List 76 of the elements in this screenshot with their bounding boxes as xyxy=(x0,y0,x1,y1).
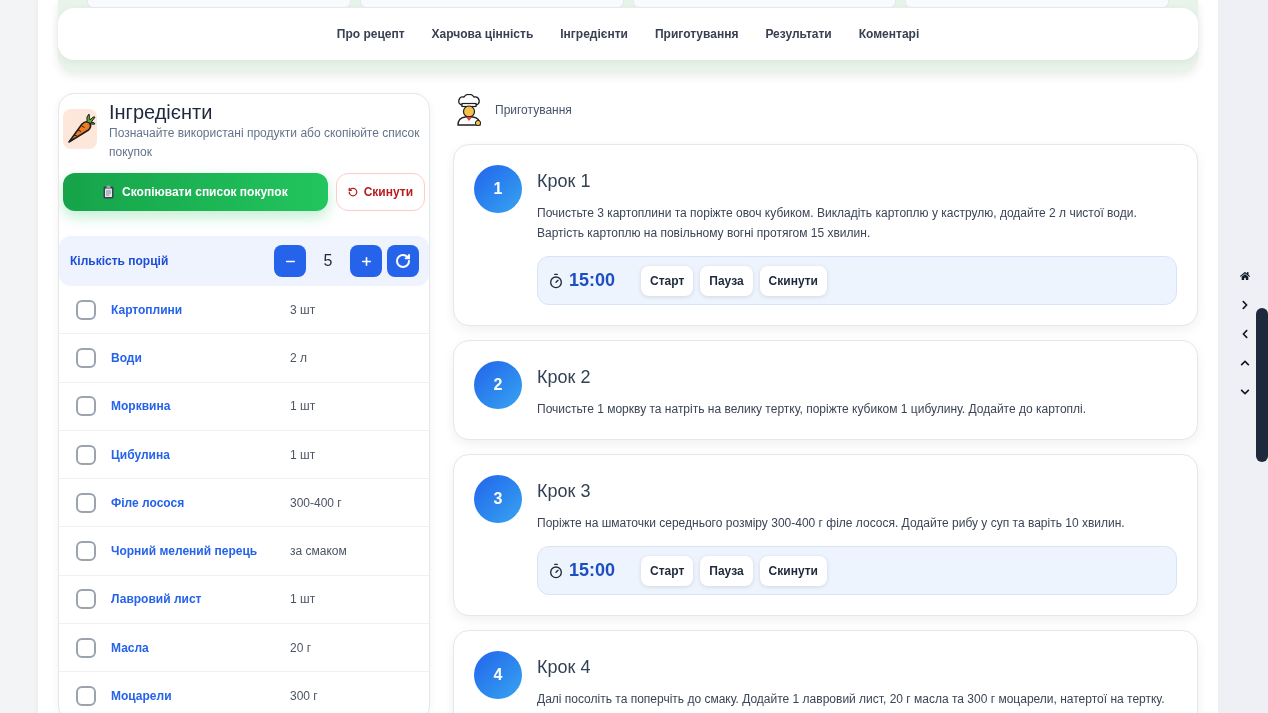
checkbox[interactable] xyxy=(76,299,96,320)
step-number: 2 xyxy=(474,361,522,409)
ingredients-subtitle: Позначайте використані продукти або скопіюйте список покупок xyxy=(109,125,421,161)
reset-icon xyxy=(395,253,411,269)
ingredient-name: Води xyxy=(111,349,143,367)
home-icon[interactable] xyxy=(1240,271,1250,281)
ingredient-amount: за смаком xyxy=(290,543,347,561)
nav-link[interactable]: Харчова цінність xyxy=(431,25,534,43)
checkbox[interactable] xyxy=(76,347,96,368)
chef-icon xyxy=(455,93,483,126)
chevron-down-icon[interactable] xyxy=(1240,387,1250,397)
ingredient-name: Філе лосося xyxy=(111,494,186,512)
chevron-left-icon[interactable] xyxy=(1240,329,1250,339)
ingredient-amount: 2 л xyxy=(290,349,307,367)
nav-link[interactable]: Коментарі xyxy=(858,25,920,43)
checkbox[interactable] xyxy=(76,637,96,658)
plus-icon xyxy=(359,254,373,268)
ingredient-amount: 3 шт xyxy=(290,301,316,319)
chevron-up-icon[interactable] xyxy=(1240,358,1250,368)
timer-button[interactable]: Пауза xyxy=(700,265,753,296)
ingredient-amount: 300-400 г xyxy=(290,494,342,512)
section-title: Приготування xyxy=(495,101,572,119)
ingredient-name: Картоплини xyxy=(111,301,184,319)
checkbox[interactable] xyxy=(76,396,96,417)
ingredient-name: Чорний мелений перець xyxy=(111,543,259,561)
reset-icon xyxy=(347,187,358,197)
step-number: 3 xyxy=(474,475,522,523)
ingredient-amount: 20 г xyxy=(290,639,312,657)
portions-label: Кількість порцій xyxy=(70,253,169,270)
portions-value: 5 xyxy=(322,251,334,271)
step-description: Далі посоліть та поперчіть до смаку. Додайте 1 лавровий лист, 20 г масла та 300 г моцарели, натертої на тертку. xyxy=(537,691,1166,708)
clipboard-icon xyxy=(103,185,115,199)
reset-portions-button[interactable] xyxy=(387,245,419,277)
decrease-button[interactable] xyxy=(274,245,306,277)
ingredient-name: Морквина xyxy=(111,398,172,416)
stopwatch-icon xyxy=(548,272,564,289)
timer-display: 15:00 xyxy=(569,559,616,582)
checkbox[interactable] xyxy=(76,444,96,465)
stopwatch-icon xyxy=(548,562,564,579)
step-title: Крок 4 xyxy=(537,656,592,679)
checkbox[interactable] xyxy=(76,541,96,562)
scrollbar-thumb[interactable] xyxy=(1256,308,1268,462)
reset-button[interactable]: Скинути xyxy=(335,173,425,211)
checkbox[interactable] xyxy=(76,589,96,610)
ingredient-amount: 1 шт xyxy=(290,446,316,464)
step-number: 4 xyxy=(474,651,522,699)
step-title: Крок 3 xyxy=(537,480,592,503)
ingredients-title: Інгредієнти xyxy=(109,100,214,124)
step-number: 1 xyxy=(474,165,522,213)
ingredient-name: Цибулина xyxy=(111,446,171,464)
timer-display: 15:00 xyxy=(569,269,616,292)
step-description: Поріжте на шматочки середнього розміру 300-400 г філе лосося. Додайте рибу у суп та варіть 10 хвилин. xyxy=(537,515,1126,532)
timer-button[interactable]: Старт xyxy=(641,555,694,586)
ingredient-amount: 1 шт xyxy=(290,591,316,609)
ingredient-name: Масла xyxy=(111,639,150,657)
step-description: Почистьте 1 моркву та натріть на велику тертку, поріжте кубиком 1 цибулину. Додайте до картоплі. xyxy=(537,401,1088,418)
step-description: Почистьте 3 картоплини та поріжте овоч кубиком. Викладіть картоплю у каструлю, додайте 2 л чистої води. Вартість картоплю на повільному вогні протягом 15 хвилин. xyxy=(537,205,1138,242)
carrot-icon xyxy=(63,109,97,149)
timer-button[interactable]: Пауза xyxy=(700,555,753,586)
increase-button[interactable] xyxy=(350,245,382,277)
ingredient-name: Лавровий лист xyxy=(111,591,203,609)
ingredient-amount: 1 шт xyxy=(290,398,316,416)
step-title: Крок 2 xyxy=(537,366,592,389)
nav-link[interactable]: Інгредієнти xyxy=(560,25,628,43)
ingredient-amount: 300 г xyxy=(290,688,318,705)
chevron-right-icon[interactable] xyxy=(1240,300,1250,310)
checkbox[interactable] xyxy=(76,492,96,513)
timer-button[interactable]: Старт xyxy=(641,265,694,296)
step-title: Крок 1 xyxy=(537,170,592,193)
timer-button[interactable]: Скинути xyxy=(759,555,827,586)
checkbox[interactable] xyxy=(76,686,96,706)
timer-button[interactable]: Скинути xyxy=(759,265,827,296)
nav-link[interactable]: Результати xyxy=(765,25,832,43)
nav-link[interactable]: Приготування xyxy=(654,25,739,43)
nav-link[interactable]: Про рецепт xyxy=(336,25,405,43)
ingredient-name: Моцарели xyxy=(111,688,173,705)
